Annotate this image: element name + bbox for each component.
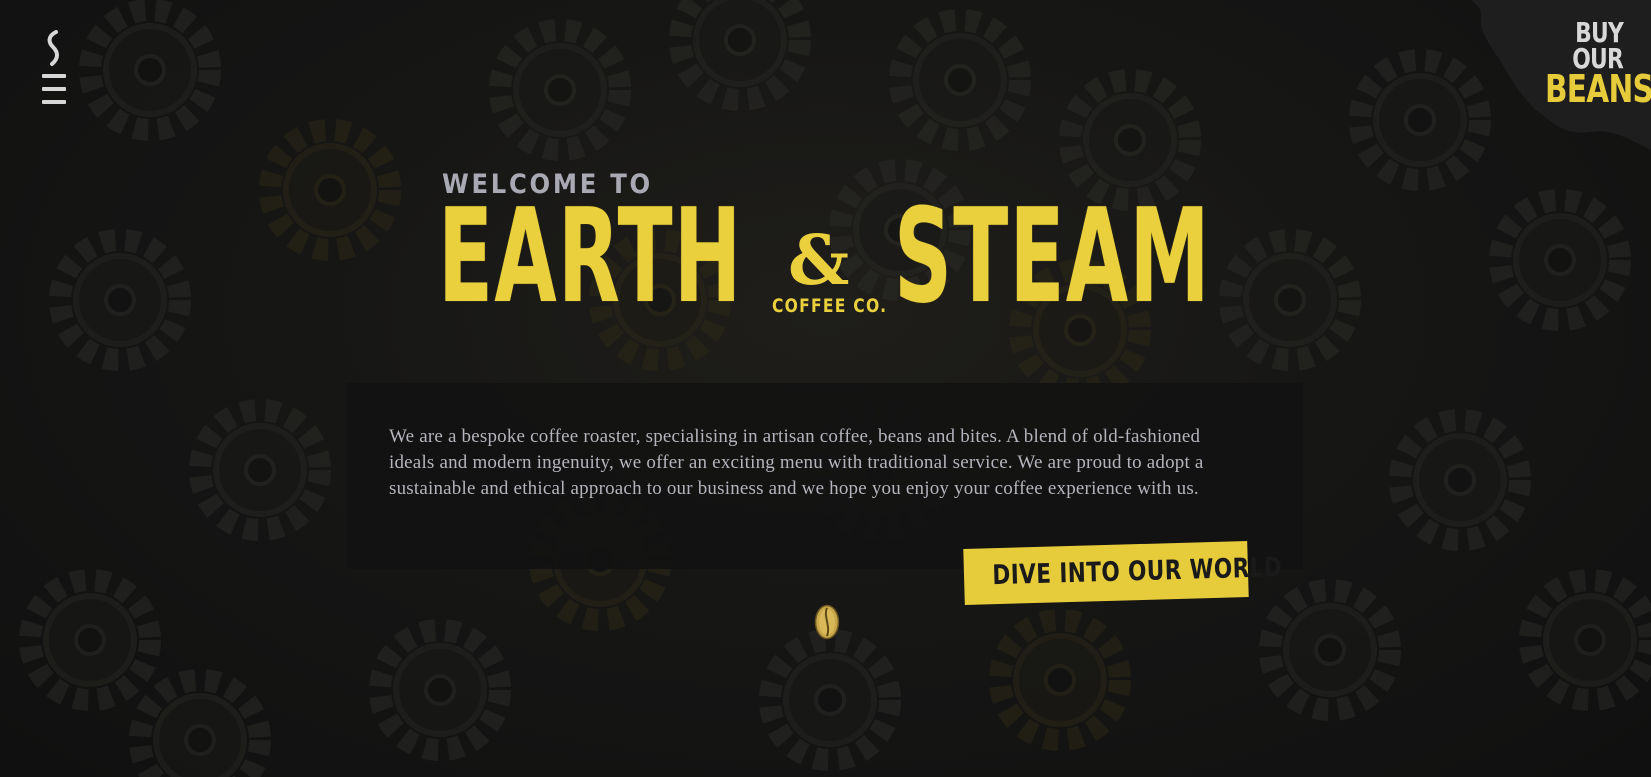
brand-steam: STEAM: [894, 180, 1211, 332]
steam-swirl-icon[interactable]: [44, 30, 64, 68]
buy-our-beans-link[interactable]: BUY OUR BEANS: [1545, 16, 1651, 111]
cta-label: DIVE INTO OUR WORLD: [991, 552, 1283, 592]
brand-earth: EARTH: [438, 180, 743, 332]
menu-bar-middle: [42, 87, 66, 91]
dive-into-our-world-button[interactable]: DIVE INTO OUR WORLD: [963, 541, 1283, 605]
beans-label: BEANS: [1545, 66, 1651, 111]
buy-our-label: BUY OUR: [1572, 16, 1624, 75]
intro-paragraph: We are a bespoke coffee roaster, special…: [389, 426, 1204, 499]
brand-ampersand: &: [788, 221, 850, 301]
menu-bar-bottom: [42, 100, 66, 104]
menu-bar-top: [42, 74, 66, 78]
coffee-bean-icon[interactable]: [814, 604, 840, 640]
hamburger-menu-icon[interactable]: [42, 74, 66, 110]
hero-section: BUY OUR BEANS WELCOME TO EARTH & COFFEE …: [0, 0, 1651, 777]
intro-panel: We are a bespoke coffee roaster, special…: [347, 383, 1303, 569]
brand-subtitle: COFFEE CO.: [772, 295, 888, 317]
